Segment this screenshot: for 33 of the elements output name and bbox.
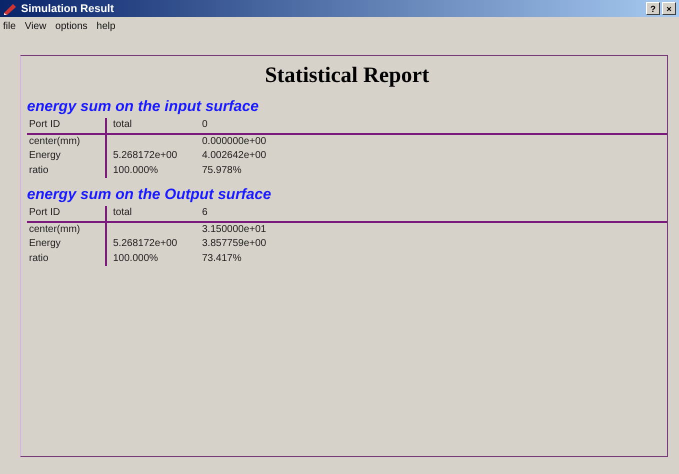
menu-item[interactable]: file bbox=[3, 20, 16, 32]
table-cell-text: 100.000% bbox=[112, 164, 160, 178]
table-cell-text: center(mm) bbox=[28, 134, 82, 148]
table-cell-text: 4.002642e+00 bbox=[201, 149, 268, 163]
table-cell-text: Energy bbox=[28, 149, 62, 163]
column-header: Port ID bbox=[28, 206, 62, 220]
window-title: Simulation Result bbox=[21, 2, 115, 14]
table-cell-text: ratio bbox=[28, 252, 50, 266]
menu-item[interactable]: help bbox=[96, 20, 116, 32]
table-cell-text: 0.000000e+00 bbox=[201, 134, 268, 148]
menu-item[interactable]: options bbox=[55, 20, 88, 32]
table-cell-text: Energy bbox=[28, 237, 62, 251]
table-cell-text: center(mm) bbox=[28, 222, 82, 236]
table-cell-text: 3.150000e+01 bbox=[201, 222, 268, 236]
app-icon bbox=[3, 2, 17, 14]
table-cell-text: 5.268172e+00 bbox=[112, 149, 178, 163]
column-header: Port ID bbox=[28, 118, 62, 132]
table-cell-text: ratio bbox=[28, 164, 50, 178]
column-header: total bbox=[112, 118, 133, 132]
title-bar-button[interactable]: ? bbox=[646, 2, 660, 15]
table-cell-text: 100.000% bbox=[112, 252, 160, 266]
table-cell-text: 5.268172e+00 bbox=[112, 237, 178, 251]
report-title: Statistical Report bbox=[264, 62, 430, 88]
title-bar-button[interactable]: × bbox=[662, 2, 676, 15]
table-cell-text: 75.978% bbox=[201, 164, 242, 178]
section-heading: energy sum on the Output surface bbox=[27, 186, 272, 203]
column-header: 6 bbox=[201, 206, 209, 220]
column-header: total bbox=[112, 206, 133, 220]
section-heading: energy sum on the input surface bbox=[27, 98, 259, 115]
column-header: 0 bbox=[201, 118, 209, 132]
table-cell-text: 3.857759e+00 bbox=[201, 237, 268, 251]
menu-item[interactable]: View bbox=[24, 20, 46, 32]
table-cell-text: 73.417% bbox=[201, 252, 242, 266]
